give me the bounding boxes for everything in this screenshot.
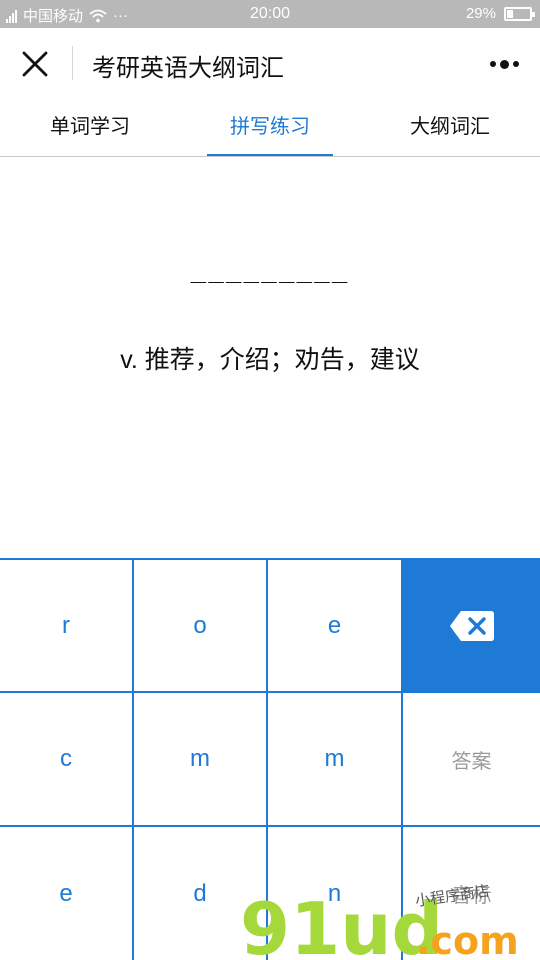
answer-blanks: _________ xyxy=(190,254,350,284)
letter-key[interactable]: e xyxy=(0,827,134,960)
delete-button[interactable] xyxy=(403,560,540,693)
answer-button[interactable]: 答案 xyxy=(403,693,540,827)
page-title: 考研英语大纲词汇 xyxy=(92,55,284,82)
tab-syllabus-vocabulary[interactable]: 大纲词汇 xyxy=(360,100,540,156)
tab-word-study[interactable]: 单词学习 xyxy=(0,100,180,156)
status-time: 20:00 xyxy=(249,5,291,22)
letter-key[interactable]: n xyxy=(268,827,403,960)
letter-keyboard: r o e c m m 答案 e d n 音标 xyxy=(0,558,540,960)
letter-key[interactable]: e xyxy=(268,560,403,693)
backspace-icon xyxy=(449,610,494,641)
letter-key[interactable]: r xyxy=(0,560,134,693)
nav-bar: 考研英语大纲词汇 xyxy=(0,28,540,100)
nav-divider xyxy=(72,46,73,80)
close-icon xyxy=(22,51,48,77)
status-bar: 中国移动 ··· 20:00 29% xyxy=(0,0,540,28)
tab-bar: 单词学习 拼写练习 大纲词汇 xyxy=(0,100,540,157)
tab-spelling-practice[interactable]: 拼写练习 xyxy=(180,100,360,156)
letter-key[interactable]: c xyxy=(0,693,134,827)
battery-percent: 29% xyxy=(465,5,496,22)
letter-key[interactable]: d xyxy=(134,827,268,960)
word-definition: v. 推荐，介绍；劝告，建议 xyxy=(120,346,420,374)
letter-key[interactable]: o xyxy=(134,560,268,693)
more-button[interactable] xyxy=(482,46,526,82)
close-button[interactable] xyxy=(12,42,58,86)
letter-key[interactable]: m xyxy=(268,693,403,827)
status-right: 29% xyxy=(465,5,535,22)
more-icon xyxy=(489,59,519,69)
letter-key[interactable]: m xyxy=(134,693,268,827)
battery-icon xyxy=(504,6,535,21)
phonetic-button[interactable]: 音标 xyxy=(403,827,540,960)
